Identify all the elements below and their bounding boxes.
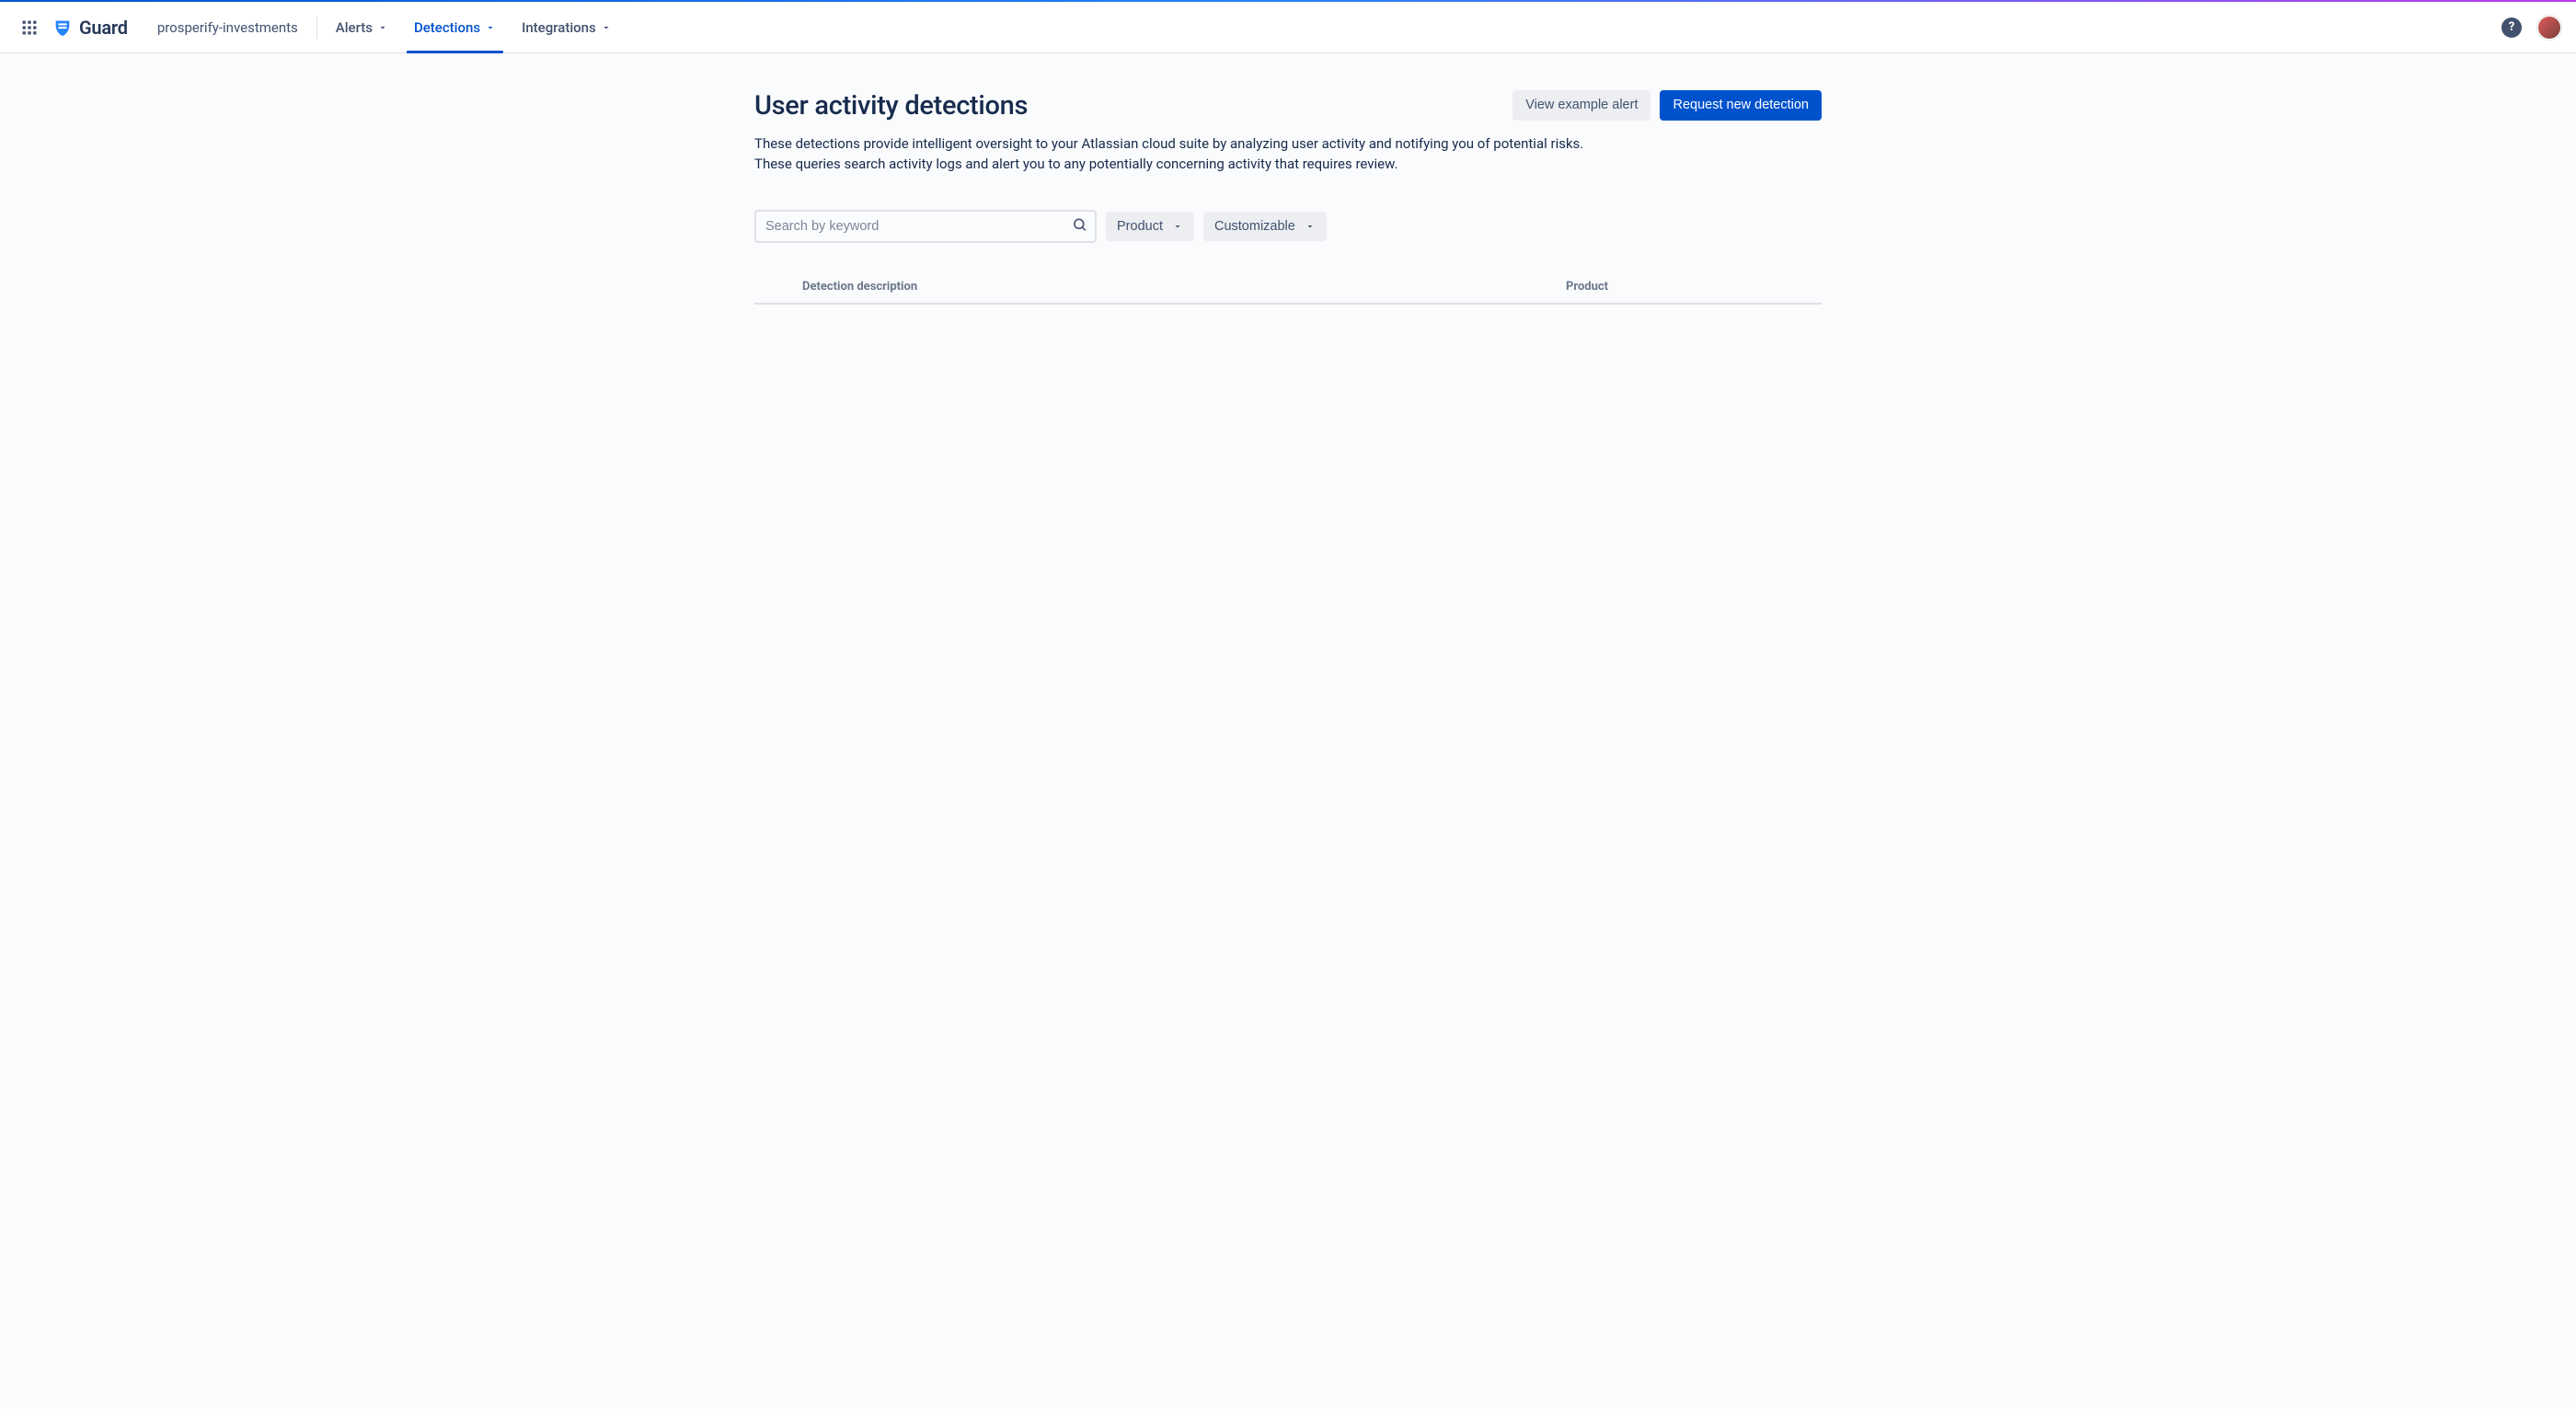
- brand-name: Guard: [79, 17, 128, 39]
- request-new-detection-button[interactable]: Request new detection: [1660, 90, 1822, 121]
- search-wrapper: [754, 210, 1097, 243]
- customizable-filter[interactable]: Customizable: [1203, 212, 1327, 241]
- page-header-actions: View example alert Request new detection: [1512, 90, 1822, 121]
- profile-avatar[interactable]: [2537, 16, 2561, 40]
- column-toggle: [754, 272, 791, 304]
- global-nav: Guard prosperify-investments Alerts Dete…: [0, 2, 2576, 53]
- column-description[interactable]: Detection description: [791, 272, 1555, 304]
- help-button[interactable]: ?: [2497, 13, 2526, 42]
- search-input[interactable]: [754, 210, 1097, 243]
- product-filter[interactable]: Product: [1106, 212, 1194, 241]
- help-icon: ?: [2501, 17, 2522, 38]
- org-switcher[interactable]: prosperify-investments: [144, 19, 311, 36]
- tab-alerts[interactable]: Alerts: [325, 2, 399, 52]
- detections-table: Detection description Product: [754, 272, 1822, 305]
- app-switcher-icon: [21, 19, 38, 36]
- tab-integrations[interactable]: Integrations: [511, 2, 623, 52]
- filter-label: Customizable: [1214, 219, 1295, 234]
- tab-label: Alerts: [336, 19, 373, 36]
- table-header: Detection description Product: [754, 272, 1822, 304]
- page-content: User activity detections View example al…: [754, 53, 1822, 305]
- app-switcher-button[interactable]: [15, 13, 44, 42]
- brand-link[interactable]: Guard: [52, 17, 128, 39]
- page-header: User activity detections View example al…: [754, 90, 1822, 121]
- filter-label: Product: [1117, 219, 1163, 234]
- primary-nav-tabs: Alerts Detections Integrations: [325, 2, 623, 52]
- page-description: These detections provide intelligent ove…: [754, 134, 1619, 175]
- tab-label: Integrations: [522, 19, 596, 36]
- view-example-alert-button[interactable]: View example alert: [1512, 90, 1650, 121]
- chevron-down-icon: [601, 22, 612, 33]
- tab-label: Detections: [414, 19, 480, 36]
- guard-logo-icon: [52, 17, 74, 39]
- chevron-down-icon: [377, 22, 388, 33]
- nav-divider: [316, 17, 317, 39]
- filter-bar: Product Customizable: [754, 210, 1822, 243]
- chevron-down-icon: [485, 22, 496, 33]
- chevron-down-icon: [1305, 221, 1316, 232]
- nav-right: ?: [2497, 13, 2561, 42]
- column-product[interactable]: Product: [1555, 272, 1822, 304]
- chevron-down-icon: [1172, 221, 1183, 232]
- tab-detections[interactable]: Detections: [403, 2, 507, 52]
- page-title: User activity detections: [754, 90, 1028, 121]
